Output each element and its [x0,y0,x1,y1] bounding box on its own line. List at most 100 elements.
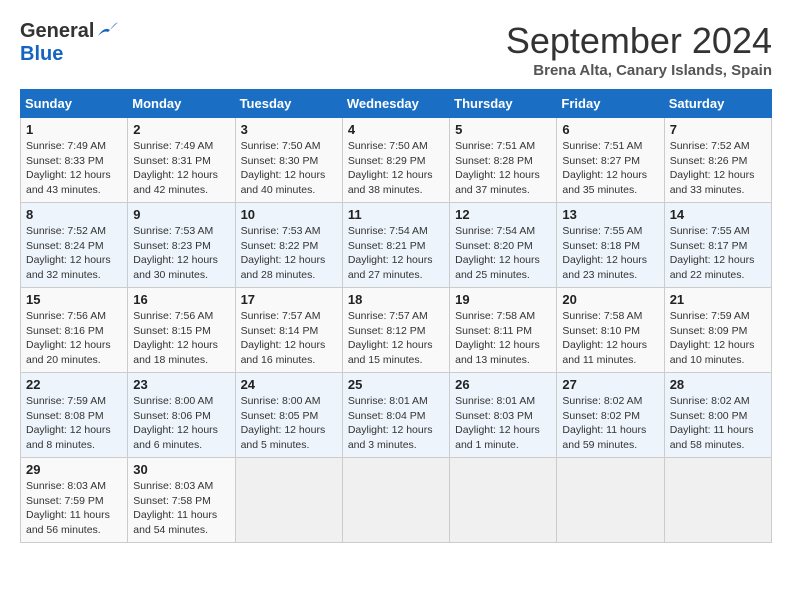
calendar-cell: 17 Sunrise: 7:57 AM Sunset: 8:14 PM Dayli… [235,288,342,373]
day-number: 1 [26,122,122,137]
calendar-table: SundayMondayTuesdayWednesdayThursdayFrid… [20,89,772,543]
location-subtitle: Brena Alta, Canary Islands, Spain [506,62,772,79]
calendar-cell: 28 Sunrise: 8:02 AM Sunset: 8:00 PM Dayli… [664,373,771,458]
day-number: 12 [455,207,551,222]
calendar-cell: 15 Sunrise: 7:56 AM Sunset: 8:16 PM Dayli… [21,288,128,373]
day-info: Sunrise: 7:56 AM Sunset: 8:16 PM Dayligh… [26,309,122,368]
day-info: Sunrise: 7:59 AM Sunset: 8:08 PM Dayligh… [26,394,122,453]
calendar-cell: 11 Sunrise: 7:54 AM Sunset: 8:21 PM Dayli… [342,203,449,288]
day-info: Sunrise: 8:03 AM Sunset: 7:58 PM Dayligh… [133,479,229,538]
calendar-cell [342,458,449,543]
calendar-cell: 29Sunrise: 8:03 AM Sunset: 7:59 PM Dayli… [21,458,128,543]
calendar-cell: 14 Sunrise: 7:55 AM Sunset: 8:17 PM Dayli… [664,203,771,288]
day-number: 14 [670,207,766,222]
weekday-header-saturday: Saturday [664,90,771,118]
day-info: Sunrise: 8:01 AM Sunset: 8:04 PM Dayligh… [348,394,444,453]
day-info: Sunrise: 8:02 AM Sunset: 8:00 PM Dayligh… [670,394,766,453]
day-info: Sunrise: 7:58 AM Sunset: 8:10 PM Dayligh… [562,309,658,368]
calendar-week-2: 8 Sunrise: 7:52 AM Sunset: 8:24 PM Daylig… [21,203,772,288]
calendar-cell: 16 Sunrise: 7:56 AM Sunset: 8:15 PM Dayli… [128,288,235,373]
day-info: Sunrise: 7:50 AM Sunset: 8:29 PM Dayligh… [348,139,444,198]
day-info: Sunrise: 7:54 AM Sunset: 8:21 PM Dayligh… [348,224,444,283]
day-info: Sunrise: 8:02 AM Sunset: 8:02 PM Dayligh… [562,394,658,453]
day-info: Sunrise: 7:51 AM Sunset: 8:27 PM Dayligh… [562,139,658,198]
calendar-cell: 13 Sunrise: 7:55 AM Sunset: 8:18 PM Dayli… [557,203,664,288]
weekday-header-thursday: Thursday [450,90,557,118]
day-info: Sunrise: 7:49 AM Sunset: 8:33 PM Dayligh… [26,139,122,198]
month-title: September 2024 [506,20,772,62]
calendar-body: 1 Sunrise: 7:49 AM Sunset: 8:33 PM Daylig… [21,118,772,543]
calendar-week-4: 22 Sunrise: 7:59 AM Sunset: 8:08 PM Dayli… [21,373,772,458]
calendar-cell: 19Sunrise: 7:58 AM Sunset: 8:11 PM Dayli… [450,288,557,373]
day-number: 10 [241,207,337,222]
calendar-cell: 12 Sunrise: 7:54 AM Sunset: 8:20 PM Dayli… [450,203,557,288]
day-number: 16 [133,292,229,307]
calendar-cell [557,458,664,543]
calendar-cell: 2Sunrise: 7:49 AM Sunset: 8:31 PM Daylig… [128,118,235,203]
calendar-cell: 3 Sunrise: 7:50 AM Sunset: 8:30 PM Daylig… [235,118,342,203]
day-number: 7 [670,122,766,137]
day-info: Sunrise: 7:49 AM Sunset: 8:31 PM Dayligh… [133,139,229,198]
day-info: Sunrise: 7:57 AM Sunset: 8:14 PM Dayligh… [241,309,337,368]
day-number: 28 [670,377,766,392]
weekday-header-friday: Friday [557,90,664,118]
day-info: Sunrise: 7:57 AM Sunset: 8:12 PM Dayligh… [348,309,444,368]
day-info: Sunrise: 7:50 AM Sunset: 8:30 PM Dayligh… [241,139,337,198]
day-number: 25 [348,377,444,392]
calendar-cell: 10 Sunrise: 7:53 AM Sunset: 8:22 PM Dayli… [235,203,342,288]
weekday-header-tuesday: Tuesday [235,90,342,118]
calendar-cell: 22 Sunrise: 7:59 AM Sunset: 8:08 PM Dayli… [21,373,128,458]
day-info: Sunrise: 7:53 AM Sunset: 8:22 PM Dayligh… [241,224,337,283]
calendar-cell: 27 Sunrise: 8:02 AM Sunset: 8:02 PM Dayli… [557,373,664,458]
day-number: 11 [348,207,444,222]
day-number: 3 [241,122,337,137]
day-number: 26 [455,377,551,392]
calendar-cell [450,458,557,543]
weekday-header-wednesday: Wednesday [342,90,449,118]
calendar-cell [664,458,771,543]
calendar-cell: 7Sunrise: 7:52 AM Sunset: 8:26 PM Daylig… [664,118,771,203]
day-number: 9 [133,207,229,222]
day-number: 20 [562,292,658,307]
weekday-header-row: SundayMondayTuesdayWednesdayThursdayFrid… [21,90,772,118]
day-info: Sunrise: 7:55 AM Sunset: 8:17 PM Dayligh… [670,224,766,283]
day-info: Sunrise: 7:54 AM Sunset: 8:20 PM Dayligh… [455,224,551,283]
calendar-cell: 4 Sunrise: 7:50 AM Sunset: 8:29 PM Daylig… [342,118,449,203]
day-number: 5 [455,122,551,137]
calendar-cell: 9 Sunrise: 7:53 AM Sunset: 8:23 PM Daylig… [128,203,235,288]
day-number: 17 [241,292,337,307]
day-number: 6 [562,122,658,137]
day-number: 4 [348,122,444,137]
calendar-cell: 8 Sunrise: 7:52 AM Sunset: 8:24 PM Daylig… [21,203,128,288]
calendar-week-3: 15 Sunrise: 7:56 AM Sunset: 8:16 PM Dayli… [21,288,772,373]
day-info: Sunrise: 7:52 AM Sunset: 8:24 PM Dayligh… [26,224,122,283]
weekday-header-sunday: Sunday [21,90,128,118]
logo-blue: Blue [20,43,63,65]
title-block: September 2024 Brena Alta, Canary Island… [506,20,772,79]
day-number: 21 [670,292,766,307]
calendar-cell: 26 Sunrise: 8:01 AM Sunset: 8:03 PM Dayli… [450,373,557,458]
calendar-header: SundayMondayTuesdayWednesdayThursdayFrid… [21,90,772,118]
day-info: Sunrise: 7:56 AM Sunset: 8:15 PM Dayligh… [133,309,229,368]
calendar-cell: 18 Sunrise: 7:57 AM Sunset: 8:12 PM Dayli… [342,288,449,373]
calendar-week-1: 1 Sunrise: 7:49 AM Sunset: 8:33 PM Daylig… [21,118,772,203]
day-info: Sunrise: 7:55 AM Sunset: 8:18 PM Dayligh… [562,224,658,283]
calendar-cell: 1 Sunrise: 7:49 AM Sunset: 8:33 PM Daylig… [21,118,128,203]
day-info: Sunrise: 8:01 AM Sunset: 8:03 PM Dayligh… [455,394,551,453]
day-info: Sunrise: 7:53 AM Sunset: 8:23 PM Dayligh… [133,224,229,283]
day-number: 13 [562,207,658,222]
day-number: 27 [562,377,658,392]
calendar-cell: 25 Sunrise: 8:01 AM Sunset: 8:04 PM Dayli… [342,373,449,458]
calendar-cell: 30 Sunrise: 8:03 AM Sunset: 7:58 PM Dayli… [128,458,235,543]
logo: General Blue [20,20,118,66]
calendar-cell: 21Sunrise: 7:59 AM Sunset: 8:09 PM Dayli… [664,288,771,373]
day-number: 30 [133,462,229,477]
day-number: 24 [241,377,337,392]
day-number: 15 [26,292,122,307]
day-number: 22 [26,377,122,392]
calendar-cell: 5Sunrise: 7:51 AM Sunset: 8:28 PM Daylig… [450,118,557,203]
day-number: 18 [348,292,444,307]
day-number: 8 [26,207,122,222]
day-number: 19 [455,292,551,307]
calendar-cell [235,458,342,543]
